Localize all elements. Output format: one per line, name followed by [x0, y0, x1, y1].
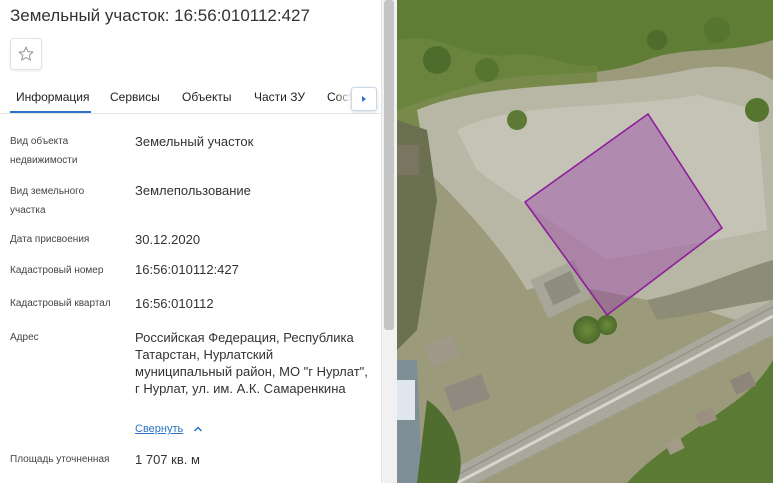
tab-information[interactable]: Информация — [16, 90, 89, 104]
satellite-map[interactable] — [397, 0, 773, 483]
tab-bar: Информация Сервисы Объекты Части ЗУ Сост — [0, 80, 381, 114]
page-title: Земельный участок: 16:56:010112:427 — [10, 6, 310, 25]
land-type-label: Вид земельного участка — [10, 186, 85, 216]
panel-scrollbar-thumb[interactable] — [384, 0, 394, 330]
tabs-scroll-right-button[interactable] — [351, 87, 377, 111]
chevron-right-icon — [362, 96, 366, 102]
cadastral-quarter-value: 16:56:010112 — [135, 296, 214, 311]
assign-date-value: 30.12.2020 — [135, 232, 201, 247]
active-tab-indicator — [10, 111, 91, 113]
map-imagery — [397, 0, 773, 483]
collapse-link[interactable]: Свернуть — [135, 423, 183, 435]
star-icon — [18, 46, 34, 61]
assign-date-label: Дата присвоения — [10, 234, 90, 245]
tab-services[interactable]: Сервисы — [110, 90, 160, 104]
tab-objects[interactable]: Объекты — [182, 90, 232, 104]
tab-parcel-parts[interactable]: Части ЗУ — [254, 90, 305, 104]
land-type-value: Землепользование — [135, 183, 251, 198]
object-type-label: Вид объекта недвижимости — [10, 136, 78, 166]
chevron-up-icon[interactable] — [193, 425, 203, 433]
area-label: Площадь уточненная — [10, 454, 110, 465]
info-panel: Земельный участок: 16:56:010112:427 Инфо… — [0, 0, 381, 483]
area-value: 1 707 кв. м — [135, 452, 200, 467]
cadastral-number-value: 16:56:010112:427 — [135, 262, 239, 277]
cadastral-number-label: Кадастровый номер — [10, 265, 104, 276]
address-value: Российская Федерация, Республика Татарст… — [135, 330, 368, 396]
favorite-button[interactable] — [10, 38, 42, 70]
address-label: Адрес — [10, 332, 39, 343]
object-type-value: Земельный участок — [135, 134, 254, 149]
cadastral-quarter-label: Кадастровый квартал — [10, 298, 111, 309]
